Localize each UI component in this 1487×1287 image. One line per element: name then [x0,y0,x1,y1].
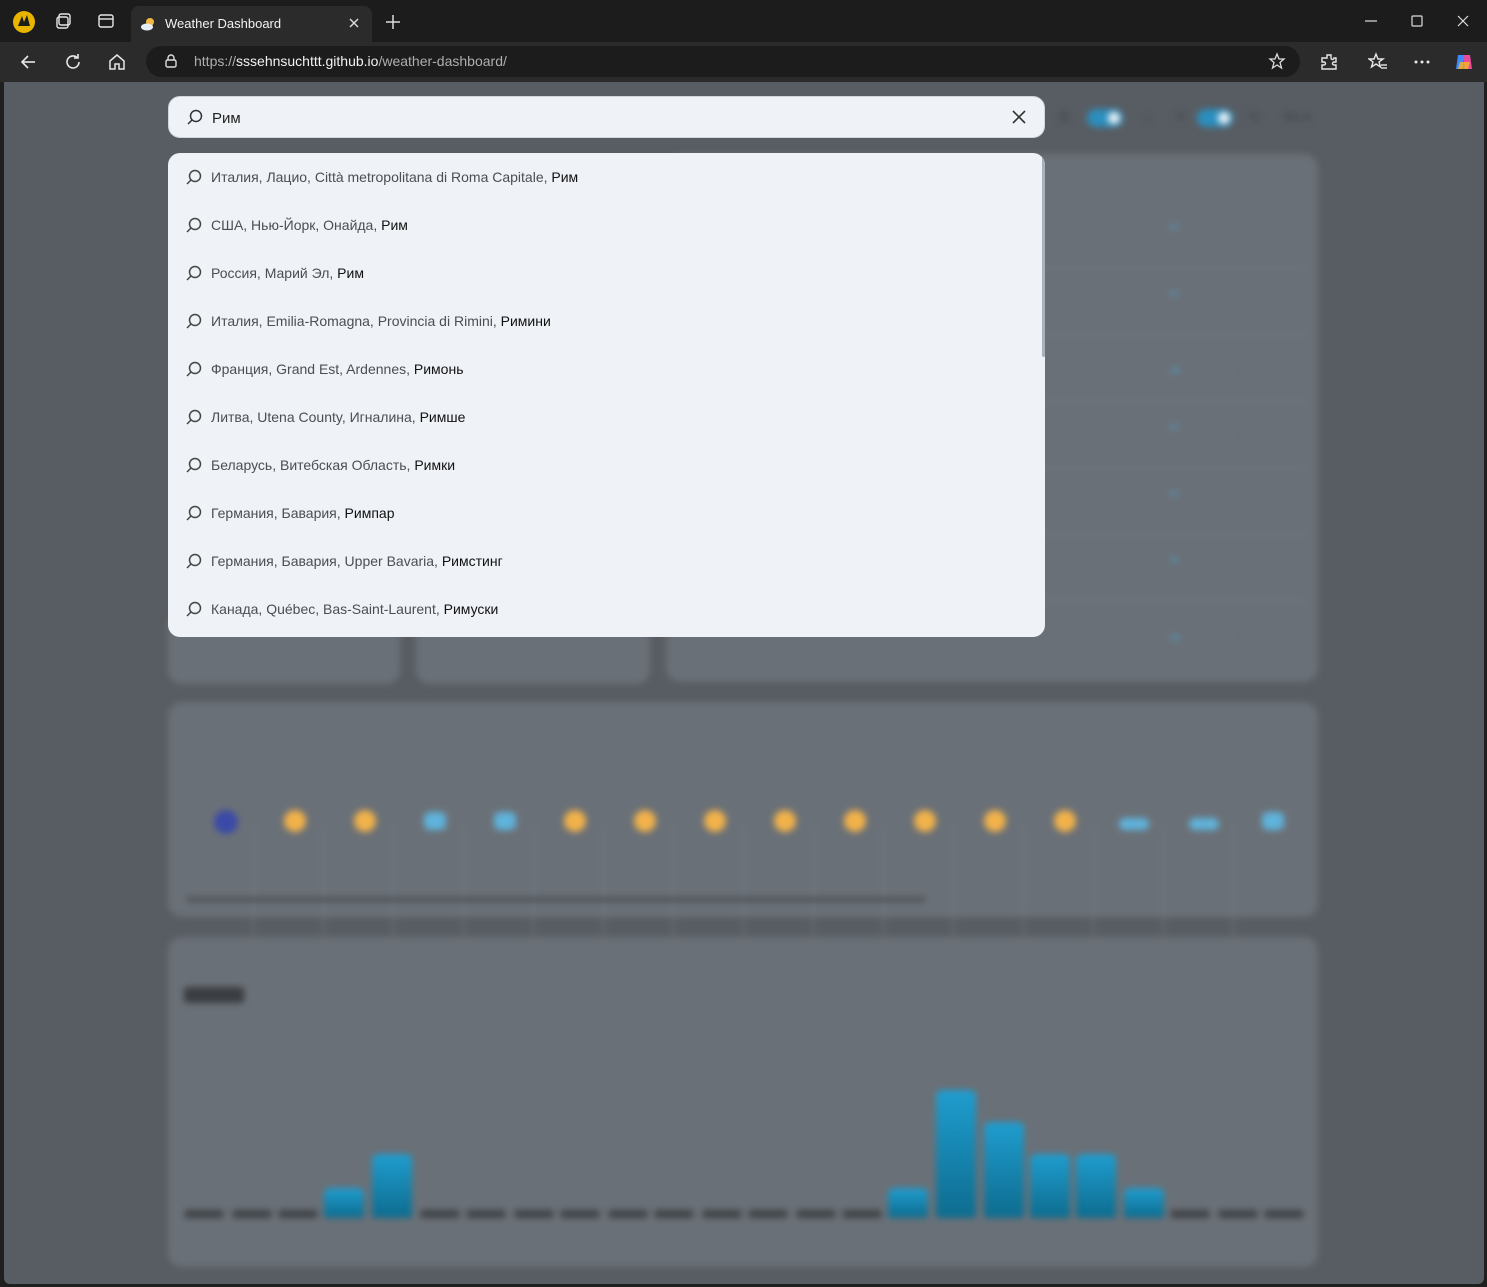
close-window-icon[interactable] [1454,12,1472,30]
suggestion-item[interactable]: Канада, Québec, Bas-Saint-Laurent, Римус… [168,585,1041,633]
workspaces-icon[interactable] [54,11,74,31]
search-icon [185,552,203,570]
search-icon [185,312,203,330]
suggestion-item[interactable]: Франция, Grand Est, Ardennes, Римонь [168,345,1041,393]
url-text[interactable]: https://sssehnsuchttt.github.io/weather-… [194,53,507,69]
dropdown-scrollbar[interactable] [1042,157,1045,357]
suggestion-label: Италия, Emilia-Romagna, Provincia di Rim… [211,313,551,329]
close-tab-icon[interactable] [346,15,362,31]
browser-window: Weather Dashboard https://sssehnsuchttt.… [0,0,1487,1287]
search-suggestions-dropdown: Италия, Лацио, Città metropolitana di Ro… [168,153,1045,637]
city-search-box[interactable] [168,96,1045,138]
weather-favicon-icon [140,16,156,32]
suggestion-label: Германия, Бавария, Upper Bavaria, Римсти… [211,553,503,569]
home-icon[interactable] [107,52,127,72]
suggestion-item[interactable]: Италия, Лацио, Città metropolitana di Ro… [168,153,1041,201]
profile-avatar-icon[interactable] [12,10,36,34]
tab-bar: Weather Dashboard [0,0,1487,42]
search-icon [185,600,203,618]
extensions-icon[interactable] [1319,52,1339,72]
suggestion-item[interactable]: Россия, Марий Эл, Рим [168,249,1041,297]
minimize-icon[interactable] [1362,12,1380,30]
more-menu-icon[interactable] [1412,52,1432,72]
page: ☰ ☼ °F °C RU ▾ ☂ · ☂ · ☁ · ☂ · ☂ · ☂ · ☁ · [4,82,1484,1284]
new-tab-icon[interactable] [384,13,402,31]
suggestion-label: Италия, Лацио, Città metropolitana di Ro… [211,169,579,185]
search-icon [185,408,203,426]
suggestion-item[interactable]: Литва, Utena County, Игналина, Римше [168,393,1041,441]
search-icon [185,216,203,234]
refresh-icon[interactable] [63,52,83,72]
favorite-star-icon[interactable] [1268,52,1286,70]
tab-weather-dashboard[interactable]: Weather Dashboard [131,6,372,42]
lock-icon[interactable] [163,53,179,69]
suggestion-label: Германия, Бавария, Римпар [211,505,395,521]
suggestion-item[interactable]: Германия, Бавария, Римпар [168,489,1041,537]
tab-title: Weather Dashboard [165,16,282,31]
address-toolbar: https://sssehnsuchttt.github.io/weather-… [0,42,1487,82]
suggestion-item[interactable]: Германия, Бавария, Upper Bavaria, Римсти… [168,537,1041,585]
suggestion-label: Франция, Grand Est, Ardennes, Римонь [211,361,464,377]
copilot-icon[interactable] [1453,51,1475,73]
maximize-icon[interactable] [1408,12,1426,30]
clear-search-icon[interactable] [1010,108,1028,126]
suggestion-label: Канада, Québec, Bas-Saint-Laurent, Римус… [211,601,499,617]
search-icon [185,456,203,474]
address-bar[interactable]: https://sssehnsuchttt.github.io/weather-… [146,46,1300,77]
suggestion-label: Беларусь, Витебская Область, Римки [211,457,456,473]
suggestion-label: Россия, Марий Эл, Рим [211,265,364,281]
suggestion-label: США, Нью-Йорк, Онайда, Рим [211,217,408,233]
suggestion-item[interactable]: Беларусь, Витебская Область, Римки [168,441,1041,489]
search-icon [186,108,204,126]
search-icon [185,264,203,282]
suggestion-label: Литва, Utena County, Игналина, Римше [211,409,466,425]
back-icon[interactable] [19,52,39,72]
search-icon [185,504,203,522]
vertical-tabs-icon[interactable] [96,11,116,31]
favorites-icon[interactable] [1366,52,1388,72]
suggestion-item[interactable]: Италия, Emilia-Romagna, Provincia di Rim… [168,297,1041,345]
search-icon [185,168,203,186]
suggestion-item[interactable]: США, Нью-Йорк, Онайда, Рим [168,201,1041,249]
search-input[interactable] [212,107,992,129]
search-icon [185,360,203,378]
